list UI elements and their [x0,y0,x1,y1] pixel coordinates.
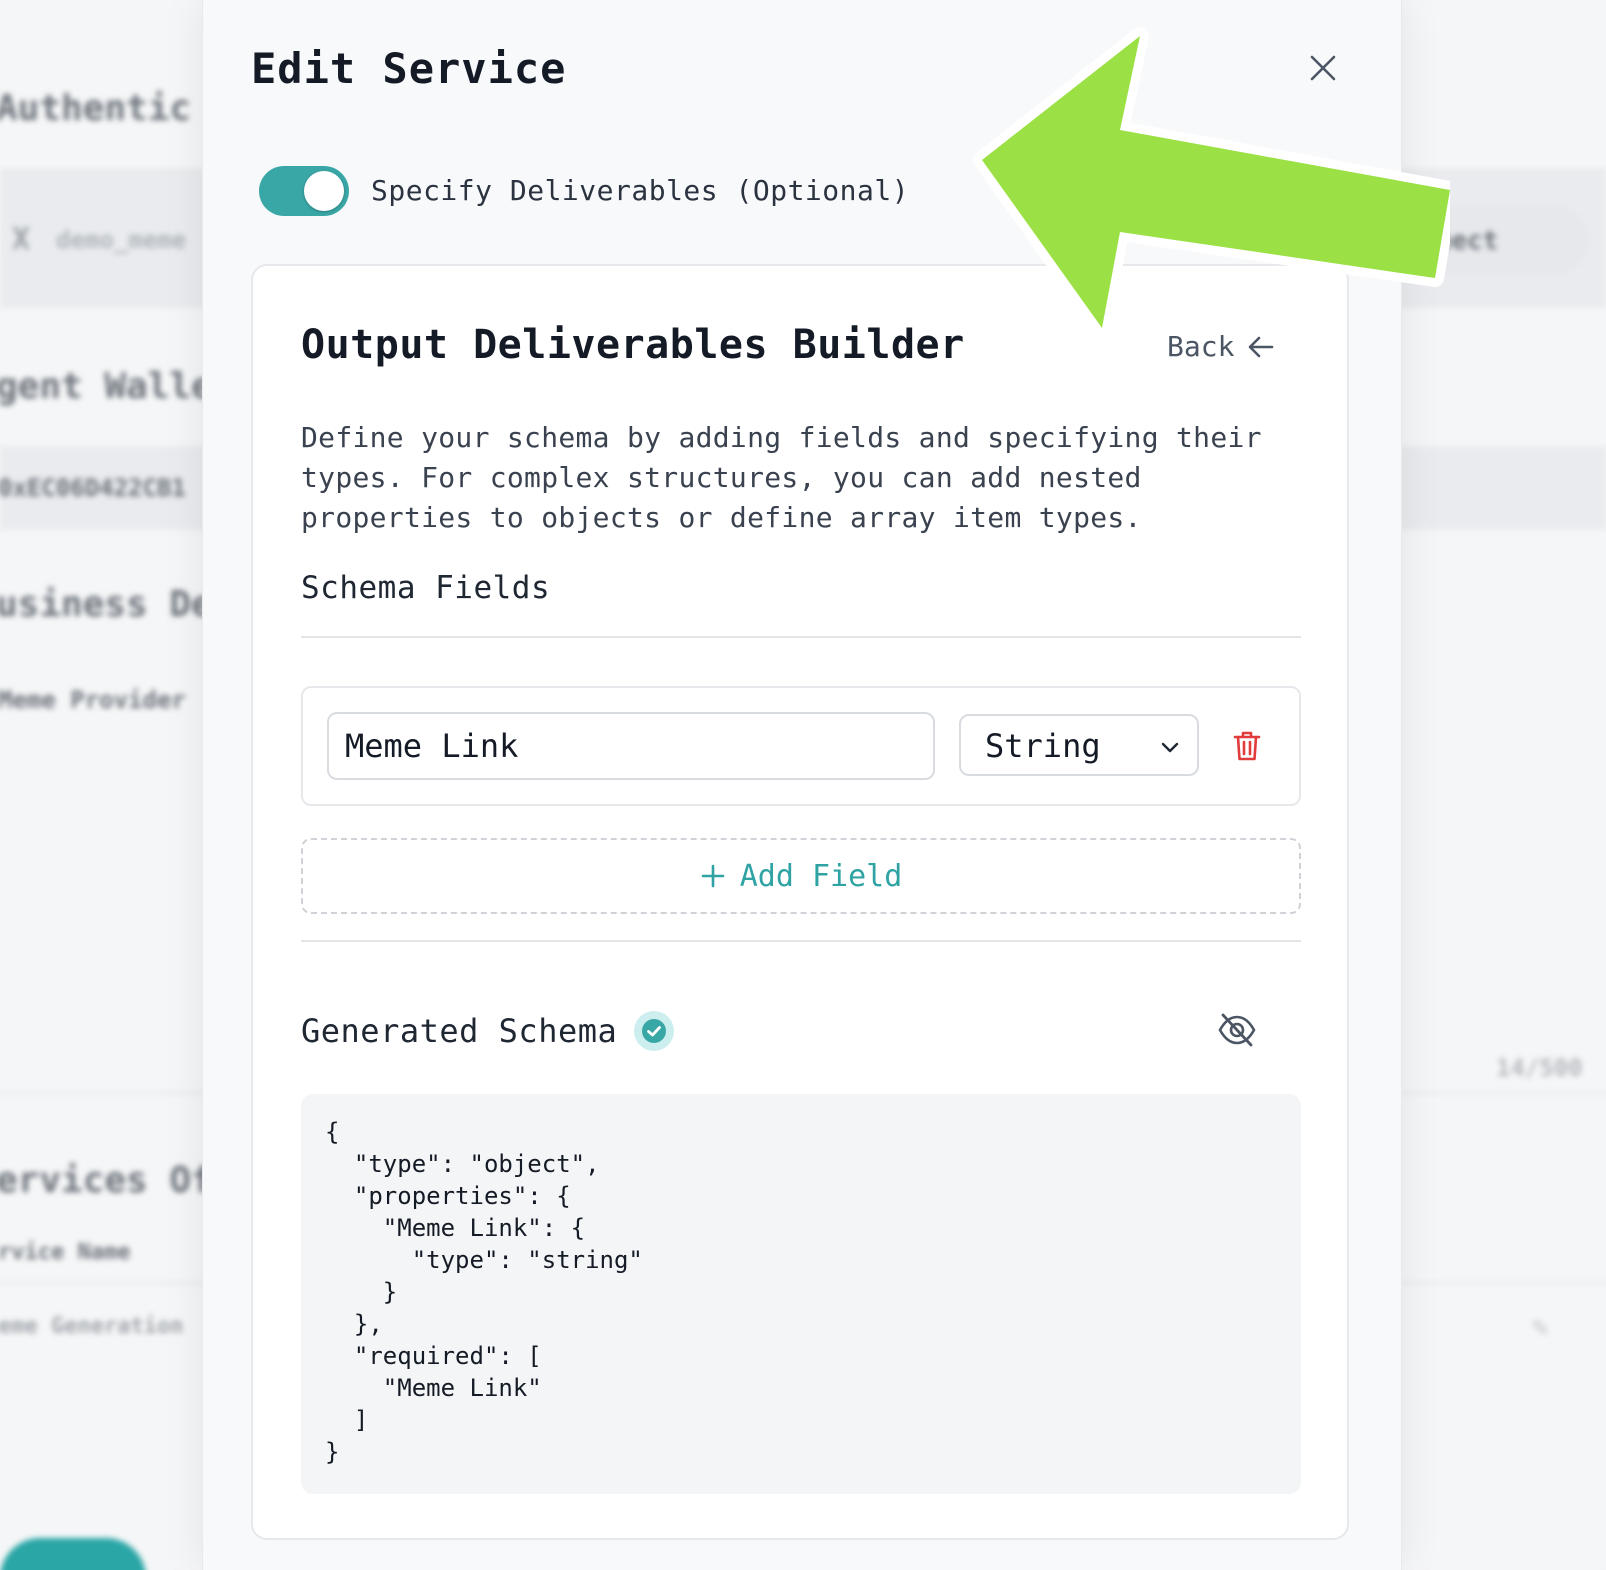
generated-schema-divider [301,940,1301,942]
bg-handle: demo_meme [56,226,187,254]
output-deliverables-builder: Output Deliverables Builder Back Define … [251,264,1349,1540]
bg-section-wallet: gent Walle [0,366,213,407]
deliverables-toggle[interactable] [259,166,349,216]
field-name-input[interactable] [327,712,935,780]
toggle-label: Specify Deliverables (Optional) [371,174,910,207]
bg-section-services: ervices Of [0,1160,213,1201]
bg-edit-icon: ✎ [1532,1310,1549,1343]
bg-x-icon: X [12,222,31,257]
close-button[interactable] [1305,50,1341,86]
add-field-button[interactable]: Add Field [301,838,1301,914]
bg-service-name-header: rvice Name [0,1240,131,1265]
chevron-down-icon [1161,742,1179,753]
plus-icon [701,864,725,888]
back-label: Back [1167,330,1235,363]
generated-schema-label: Generated Schema [301,1012,618,1050]
bg-wallet-address: 0xEC06D422CB1 [0,474,186,502]
close-icon [1310,55,1336,81]
delete-field-button[interactable] [1229,728,1265,764]
bg-section-business: usiness De [0,584,213,625]
schema-fields-label: Schema Fields [301,570,551,606]
add-field-label: Add Field [739,858,903,894]
toggle-knob [304,171,344,211]
bg-business-name: Meme Provider [0,686,186,714]
back-button[interactable]: Back [1167,330,1276,363]
field-type-select[interactable]: String [959,714,1199,776]
modal-title: Edit Service [251,44,567,93]
schema-fields-divider [301,636,1301,638]
field-type-value: String [985,727,1101,765]
hide-schema-button[interactable] [1217,1010,1257,1050]
edit-service-modal: Edit Service Specify Deliverables (Optio… [202,0,1402,1570]
bg-service-row-name: eme Generation [0,1314,184,1339]
generated-schema-code: { "type": "object", "properties": { "Mem… [301,1094,1301,1494]
generated-schema-header: Generated Schema [301,1010,675,1052]
trash-icon [1233,731,1261,761]
bg-primary-button [0,1538,146,1570]
builder-description: Define your schema by adding fields and … [301,421,1262,534]
schema-field-row: String [301,686,1301,806]
bg-connect-label: nnect [1420,226,1499,256]
builder-title: Output Deliverables Builder [301,322,965,368]
bg-section-authentication: Authentic [0,88,192,129]
arrow-left-icon [1249,336,1274,357]
eye-off-icon [1218,1013,1256,1047]
bg-char-count: 14/500 [1496,1054,1583,1082]
check-circle-icon [634,1011,675,1051]
